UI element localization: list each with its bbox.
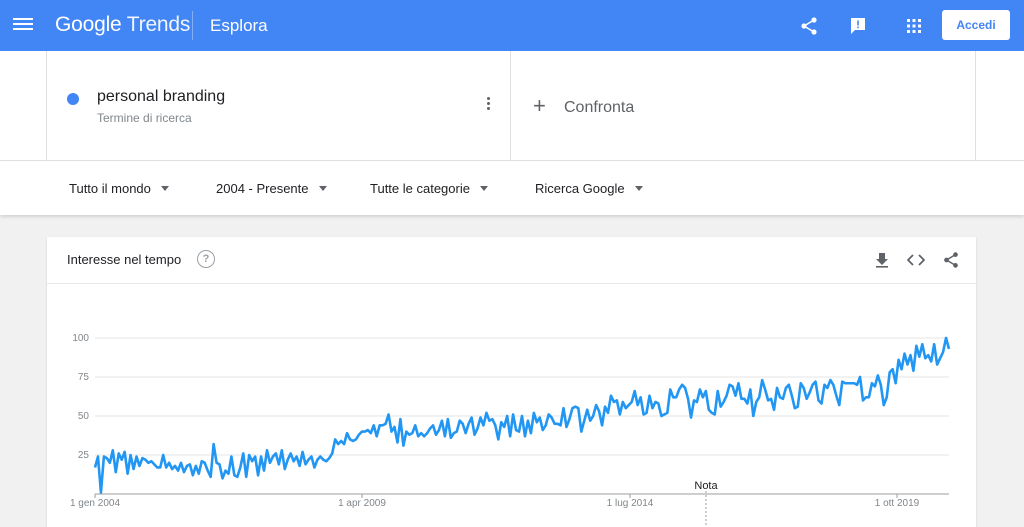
y-tick-label: 75 [78, 372, 90, 383]
interest-over-time-card: Interesse nel tempo ? 25 50 75 100 1 gen… [47, 237, 976, 527]
search-term-name[interactable]: personal branding [97, 88, 225, 106]
interest-line-chart: 25 50 75 100 1 gen 2004 1 apr 2009 1 lug 2014 1… [70, 333, 951, 527]
x-tick-label: 1 apr 2009 [338, 498, 386, 509]
menu-icon[interactable] [13, 15, 33, 35]
logo-google-text: Google [55, 13, 122, 36]
chevron-down-icon [634, 186, 643, 192]
apps-icon[interactable] [901, 13, 927, 39]
chevron-down-icon [160, 186, 169, 192]
x-tick-label: 1 gen 2004 [70, 498, 120, 509]
filter-search-type-label: Ricerca Google [535, 181, 625, 196]
filter-category[interactable]: Tutte le categorie [370, 181, 488, 196]
chevron-down-icon [318, 186, 327, 192]
search-term-row: personal branding Termine di ricerca + C… [0, 51, 1024, 160]
add-icon: + [533, 93, 546, 118]
y-tick-label: 50 [78, 411, 90, 422]
filter-time-range[interactable]: 2004 - Presente [216, 181, 327, 196]
page-title: Esplora [210, 16, 268, 35]
feedback-icon[interactable] [845, 13, 871, 39]
compare-label: Confronta [564, 99, 635, 116]
filter-region-label: Tutto il mondo [69, 181, 151, 196]
x-tick-label: 1 ott 2019 [875, 498, 920, 509]
series-line[interactable] [93, 336, 951, 494]
login-button[interactable]: Accedi [942, 10, 1010, 40]
chevron-down-icon [479, 186, 488, 192]
y-tick-label: 100 [72, 333, 89, 344]
header-divider [192, 11, 193, 40]
y-tick-label: 25 [78, 450, 90, 461]
note-label[interactable]: Nota [694, 480, 718, 492]
filter-time-label: 2004 - Presente [216, 181, 309, 196]
x-tick-label: 1 lug 2014 [607, 498, 654, 509]
filter-search-type[interactable]: Ricerca Google [535, 181, 643, 196]
more-vert-icon[interactable] [481, 95, 495, 115]
search-term-card[interactable]: personal branding Termine di ricerca [46, 51, 511, 160]
compare-button[interactable]: + Confronta [511, 51, 976, 160]
logo-trends-text: Trends [126, 13, 191, 36]
top-app-bar: Google Trends Esplora Accedi [0, 0, 1024, 51]
share-icon[interactable] [796, 13, 822, 39]
google-trends-logo[interactable]: Google Trends [55, 13, 190, 37]
filter-category-label: Tutte le categorie [370, 181, 470, 196]
term-color-dot [67, 93, 79, 105]
search-term-type: Termine di ricerca [97, 111, 192, 125]
filter-bar: Tutto il mondo 2004 - Presente Tutte le … [0, 160, 1024, 215]
filter-region[interactable]: Tutto il mondo [69, 181, 169, 196]
